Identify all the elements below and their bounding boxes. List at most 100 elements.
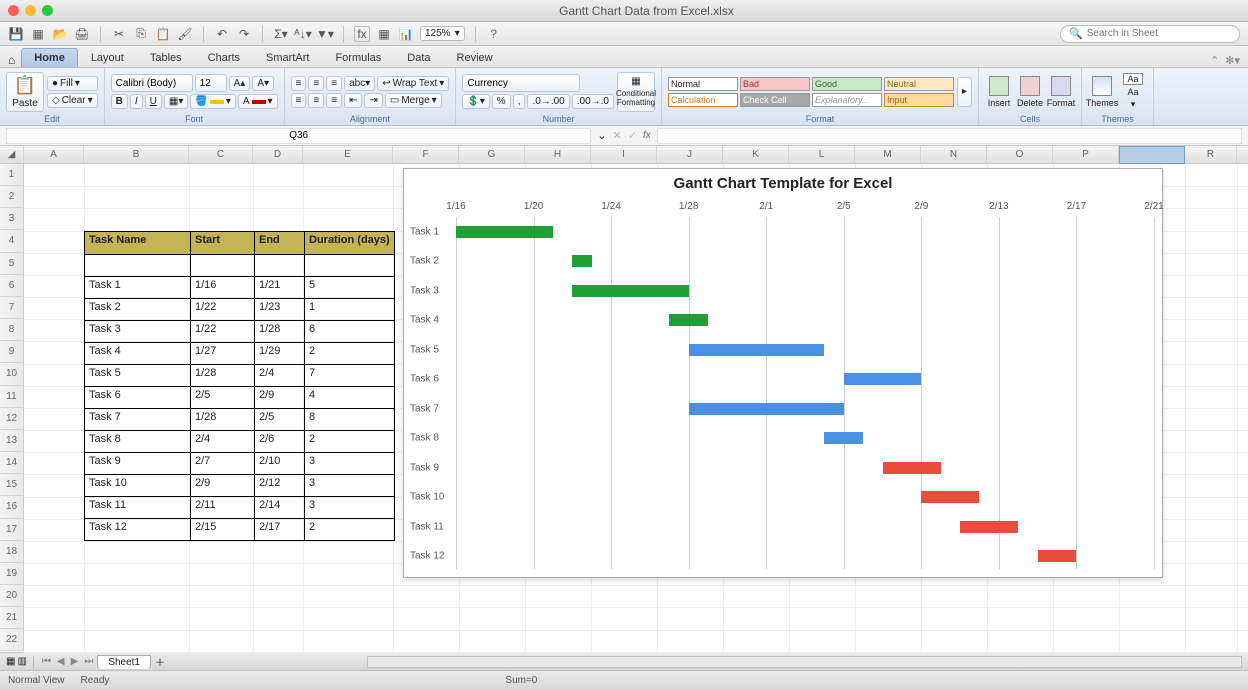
table-cell[interactable]: Task 8	[85, 430, 190, 452]
sort-icon[interactable]: ᴬ↓▾	[295, 26, 311, 42]
table-cell[interactable]: 1/28	[190, 408, 254, 430]
ribbon-tab-review[interactable]: Review	[444, 48, 506, 67]
row-header-14[interactable]: 14	[0, 452, 24, 474]
wrap-text-button[interactable]: ↩ Wrap Text ▾	[377, 76, 449, 91]
copy-icon[interactable]: ⎘	[133, 26, 149, 42]
ribbon-tab-layout[interactable]: Layout	[78, 48, 137, 67]
tab-nav-last-icon[interactable]: ⏭	[82, 656, 95, 667]
format-painter-icon[interactable]: 🖌	[177, 26, 193, 42]
ribbon-tab-home[interactable]: Home	[21, 48, 78, 67]
table-cell[interactable]: Task 12	[85, 518, 190, 540]
table-cell[interactable]: 2/7	[190, 452, 254, 474]
tab-nav-first-icon[interactable]: ⏮	[40, 656, 53, 667]
gantt-bar[interactable]	[689, 403, 844, 415]
table-cell[interactable]: 1/28	[254, 320, 304, 342]
view-normal-icon[interactable]: ▦	[6, 656, 15, 667]
fill-color-dropdown[interactable]: 🪣▾	[190, 94, 235, 109]
row-header-1[interactable]: 1	[0, 164, 24, 186]
cell-styles-gallery[interactable]: Normal Bad Good Neutral Calculation Chec…	[668, 77, 954, 107]
gantt-bar[interactable]	[824, 432, 863, 444]
align-right-icon[interactable]: ≡	[326, 93, 342, 108]
style-normal[interactable]: Normal	[668, 77, 738, 91]
name-box[interactable]	[6, 128, 591, 144]
new-icon[interactable]: ▦	[30, 26, 46, 42]
table-cell[interactable]: 2/10	[254, 452, 304, 474]
table-header[interactable]: Start	[190, 232, 254, 254]
paste-icon[interactable]: 📋	[155, 26, 171, 42]
ribbon-tab-data[interactable]: Data	[394, 48, 443, 67]
table-cell[interactable]	[85, 254, 190, 276]
increase-font-icon[interactable]: A▴	[229, 76, 251, 91]
table-cell[interactable]: 2/4	[254, 364, 304, 386]
gantt-bar[interactable]	[921, 491, 979, 503]
style-check-cell[interactable]: Check Cell	[740, 93, 810, 107]
table-cell[interactable]: 2/6	[254, 430, 304, 452]
table-cell[interactable]: Task 9	[85, 452, 190, 474]
row-header-7[interactable]: 7	[0, 297, 24, 319]
table-cell[interactable]: 2/17	[254, 518, 304, 540]
select-all-corner[interactable]: ◢	[0, 146, 24, 163]
row-header-17[interactable]: 17	[0, 519, 24, 541]
fx-label[interactable]: fx	[643, 130, 651, 141]
table-cell[interactable]: 4	[304, 386, 394, 408]
row-header-13[interactable]: 13	[0, 430, 24, 452]
view-layout-icon[interactable]: ▥	[17, 656, 26, 667]
table-cell[interactable]: 1/27	[190, 342, 254, 364]
sheet-tab[interactable]: Sheet1	[97, 655, 151, 669]
currency-icon[interactable]: 💲▾	[462, 94, 489, 109]
gantt-bar[interactable]	[669, 314, 708, 326]
horizontal-scrollbar[interactable]	[367, 656, 1242, 668]
col-header-D[interactable]: D	[253, 146, 303, 163]
gantt-chart[interactable]: Gantt Chart Template for Excel 1/161/201…	[403, 168, 1163, 578]
table-cell[interactable]: Task 5	[85, 364, 190, 386]
row-header-8[interactable]: 8	[0, 319, 24, 341]
table-cell[interactable]: Task 1	[85, 276, 190, 298]
table-cell[interactable]: 2	[304, 342, 394, 364]
ribbon-tab-formulas[interactable]: Formulas	[322, 48, 394, 67]
ribbon-tab-charts[interactable]: Charts	[195, 48, 253, 67]
col-header-L[interactable]: L	[789, 146, 855, 163]
theme-fonts-button[interactable]: AaAa▾	[1119, 76, 1147, 108]
table-cell[interactable]: 1/29	[254, 342, 304, 364]
col-header-A[interactable]: A	[24, 146, 84, 163]
col-header-N[interactable]: N	[921, 146, 987, 163]
namebox-dropdown-icon[interactable]: ⌄	[597, 129, 606, 142]
col-header-B[interactable]: B	[84, 146, 189, 163]
conditional-formatting-button[interactable]: ▦Conditional Formatting	[617, 72, 655, 112]
row-header-21[interactable]: 21	[0, 607, 24, 629]
table-cell[interactable]	[304, 254, 394, 276]
col-header-I[interactable]: I	[591, 146, 657, 163]
maximize-window-button[interactable]	[42, 5, 53, 16]
align-middle-icon[interactable]: ≡	[308, 76, 324, 91]
col-header-H[interactable]: H	[525, 146, 591, 163]
style-calculation[interactable]: Calculation	[668, 93, 738, 107]
gantt-bar[interactable]	[456, 226, 553, 238]
search-input[interactable]	[1087, 28, 1231, 39]
italic-button[interactable]: I	[130, 94, 143, 109]
table-cell[interactable]: 2/12	[254, 474, 304, 496]
add-sheet-button[interactable]: ＋	[155, 654, 165, 669]
table-cell[interactable]: 1/21	[254, 276, 304, 298]
delete-cells-button[interactable]: Delete	[1016, 76, 1044, 108]
decrease-decimal-icon[interactable]: .00→.0	[572, 94, 614, 109]
row-header-15[interactable]: 15	[0, 474, 24, 496]
redo-icon[interactable]: ↷	[236, 26, 252, 42]
zoom-dropdown[interactable]: 125%▾	[420, 26, 465, 41]
table-cell[interactable]: 2/15	[190, 518, 254, 540]
row-header-19[interactable]: 19	[0, 563, 24, 585]
indent-decrease-icon[interactable]: ⇤	[344, 93, 362, 108]
row-header-11[interactable]: 11	[0, 386, 24, 408]
gantt-bar[interactable]	[689, 344, 825, 356]
table-cell[interactable]: Task 11	[85, 496, 190, 518]
insert-cells-button[interactable]: Insert	[985, 76, 1013, 108]
table-cell[interactable]: 7	[304, 364, 394, 386]
number-format-dropdown[interactable]	[462, 74, 580, 92]
font-size-dropdown[interactable]	[195, 74, 227, 92]
table-cell[interactable]: Task 3	[85, 320, 190, 342]
fill-dropdown[interactable]: ● Fill ▾	[47, 76, 98, 91]
table-cell[interactable]: Task 2	[85, 298, 190, 320]
worksheet[interactable]: ◢ABCDEFGHIJKLMNOPQR 12345678910111213141…	[0, 146, 1248, 652]
table-cell[interactable]: Task 10	[85, 474, 190, 496]
style-neutral[interactable]: Neutral	[884, 77, 954, 91]
row-header-12[interactable]: 12	[0, 408, 24, 430]
